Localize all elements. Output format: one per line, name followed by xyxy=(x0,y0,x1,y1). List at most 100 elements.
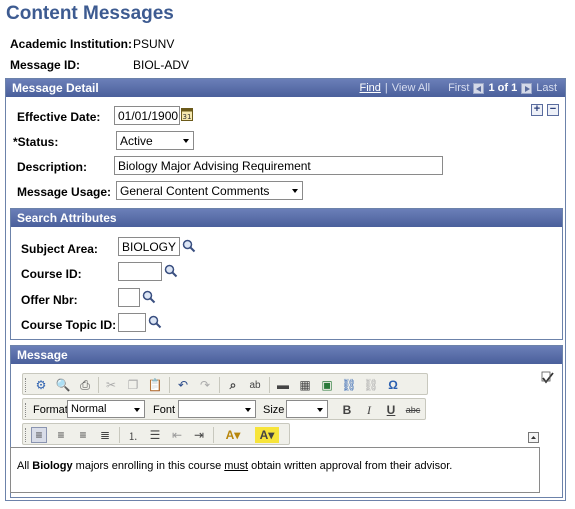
add-row-button[interactable]: + xyxy=(531,104,543,116)
align-left-icon[interactable]: ≡ xyxy=(31,427,47,443)
message-usage-label: Message Usage: xyxy=(17,185,112,199)
chevron-down-icon xyxy=(183,139,189,143)
size-select[interactable] xyxy=(286,400,328,418)
chevron-down-icon xyxy=(292,189,298,193)
spellcheck-icon[interactable] xyxy=(541,371,555,385)
description-input[interactable]: Biology Major Advising Requirement xyxy=(114,156,443,175)
toolbar-separator xyxy=(119,427,120,443)
course-topic-id-input[interactable] xyxy=(118,313,146,332)
text-color-icon[interactable]: A▾ xyxy=(221,427,245,443)
delete-row-button[interactable]: − xyxy=(547,104,559,116)
find-link[interactable]: Find xyxy=(359,82,380,94)
row-count: 1 of 1 xyxy=(488,82,518,94)
message-usage-select[interactable]: General Content Comments xyxy=(116,181,303,200)
search-icon[interactable] xyxy=(182,239,196,253)
message-header: Message xyxy=(11,346,562,364)
offer-nbr-input[interactable] xyxy=(118,288,140,307)
last-label: Last xyxy=(536,82,557,94)
special-character-icon[interactable]: Ω xyxy=(385,377,401,393)
italic-button[interactable]: I xyxy=(361,402,377,418)
collapse-toolbar-icon[interactable] xyxy=(528,432,539,443)
table-icon[interactable]: ▦ xyxy=(297,377,313,393)
numbered-list-icon[interactable]: ⒈ xyxy=(125,427,141,443)
calendar-icon[interactable]: 31 xyxy=(181,107,193,121)
body-text-2: majors enrolling in this course xyxy=(72,460,225,472)
search-icon[interactable] xyxy=(142,290,156,304)
toolbar-grip xyxy=(25,378,28,392)
nav-separator: | xyxy=(384,82,388,94)
editor-toolbar-row-1: ⚙ 🔍 ⎙ ✂ ❐ 📋 ↶ ↷ ⌕ ab ▬ ▦ ▣ ⛓ ⛓ Ω xyxy=(22,373,428,395)
preview-icon[interactable]: 🔍 xyxy=(55,377,71,393)
justify-icon[interactable]: ≣ xyxy=(97,427,113,443)
course-topic-id-label: Course Topic ID: xyxy=(21,318,117,332)
align-center-icon[interactable]: ≡ xyxy=(53,427,69,443)
paste-icon[interactable]: 📋 xyxy=(147,377,163,393)
bold-button[interactable]: B xyxy=(339,402,355,418)
format-select[interactable]: Normal xyxy=(67,400,145,418)
page-title: Content Messages xyxy=(6,3,174,24)
effective-date-input[interactable]: 01/01/1900 xyxy=(114,106,180,125)
view-all-link[interactable]: View All xyxy=(392,82,430,94)
search-attributes-title: Search Attributes xyxy=(17,211,117,225)
font-select[interactable] xyxy=(178,400,256,418)
description-label: Description: xyxy=(17,160,88,174)
subject-area-input[interactable]: BIOLOGY xyxy=(118,237,180,256)
source-icon[interactable]: ⚙ xyxy=(33,377,49,393)
course-id-input[interactable] xyxy=(118,262,162,281)
find-icon[interactable]: ⌕ xyxy=(225,377,241,393)
link-icon[interactable]: ⛓ xyxy=(341,377,357,393)
font-label: Font xyxy=(153,404,176,416)
message-detail-header: Message Detail Find | View All First 1 o… xyxy=(6,79,565,97)
underline-button[interactable]: U xyxy=(383,402,399,418)
toolbar-separator xyxy=(169,377,170,393)
previous-arrow-icon[interactable] xyxy=(473,82,485,94)
toolbar-separator xyxy=(98,377,99,393)
toolbar-separator xyxy=(213,427,214,443)
message-detail-title: Message Detail xyxy=(12,81,99,95)
scroll-nav: Find | View All First 1 of 1 Last xyxy=(359,82,557,94)
bulleted-list-icon[interactable]: ☰ xyxy=(147,427,163,443)
replace-icon[interactable]: ab xyxy=(247,377,263,393)
message-editor[interactable]: All Biology majors enrolling in this cou… xyxy=(10,447,540,493)
offer-nbr-label: Offer Nbr: xyxy=(21,293,78,307)
first-label: First xyxy=(448,82,470,94)
redo-icon[interactable]: ↷ xyxy=(197,377,213,393)
format-value: Normal xyxy=(71,403,107,415)
body-text-underline: must xyxy=(224,460,249,472)
cut-icon[interactable]: ✂ xyxy=(103,377,119,393)
image-icon[interactable]: ▣ xyxy=(319,377,335,393)
message-title: Message xyxy=(17,348,68,362)
search-icon[interactable] xyxy=(164,264,178,278)
toolbar-separator xyxy=(269,377,270,393)
chevron-down-icon xyxy=(134,408,140,412)
editor-toolbar-row-3: ≡ ≡ ≡ ≣ ⒈ ☰ ⇤ ⇥ A▾ A▾ xyxy=(22,423,290,445)
undo-icon[interactable]: ↶ xyxy=(175,377,191,393)
unlink-icon[interactable]: ⛓ xyxy=(363,377,379,393)
strikethrough-button[interactable]: abc xyxy=(405,402,421,418)
toolbar-separator xyxy=(219,377,220,393)
toolbar-grip xyxy=(25,428,28,442)
copy-icon[interactable]: ❐ xyxy=(125,377,141,393)
effective-date-label: Effective Date: xyxy=(17,110,101,124)
subject-area-label: Subject Area: xyxy=(21,242,98,256)
indent-icon[interactable]: ⇥ xyxy=(191,427,207,443)
status-label: *Status: xyxy=(13,135,59,149)
svg-text:31: 31 xyxy=(183,113,192,121)
print-icon[interactable]: ⎙ xyxy=(77,377,93,393)
message-id-value: BIOL-ADV xyxy=(133,58,190,72)
align-right-icon[interactable]: ≡ xyxy=(75,427,91,443)
body-text-bold: Biology xyxy=(32,460,73,472)
size-label: Size xyxy=(263,404,285,416)
format-label: Format xyxy=(33,404,68,416)
status-select[interactable]: Active xyxy=(116,131,194,150)
outdent-icon[interactable]: ⇤ xyxy=(169,427,185,443)
search-icon[interactable] xyxy=(148,315,162,329)
course-id-label: Course ID: xyxy=(21,267,82,281)
status-value: Active xyxy=(120,134,153,148)
next-arrow-icon[interactable] xyxy=(521,82,533,94)
message-id-label: Message ID: xyxy=(10,58,81,72)
horizontal-rule-icon[interactable]: ▬ xyxy=(275,377,291,393)
body-text-1: All xyxy=(17,460,33,472)
background-color-icon[interactable]: A▾ xyxy=(255,427,279,443)
search-attributes-header: Search Attributes xyxy=(11,209,562,227)
